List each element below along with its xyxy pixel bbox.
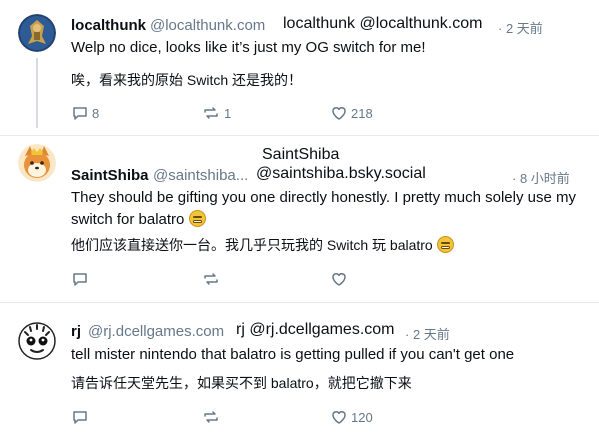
repost-arrows-icon <box>202 271 220 287</box>
heart-icon <box>331 271 347 287</box>
author-handle[interactable]: @saintshiba... <box>153 167 248 184</box>
author-name[interactable]: localthunk <box>71 17 146 34</box>
like-button[interactable] <box>331 271 351 287</box>
post-text: tell mister nintendo that balatro is get… <box>71 346 515 363</box>
repost-arrows-icon <box>202 105 220 121</box>
post-divider <box>0 135 599 136</box>
post-translation-body: 他们应该直接送你一台。我几乎只玩我的 Switch 玩 balatro <box>71 237 433 253</box>
reply-button[interactable] <box>72 271 92 287</box>
reply-count: 8 <box>92 105 100 121</box>
repost-arrows-icon <box>202 409 220 425</box>
grimacing-face-emoji <box>436 236 454 253</box>
heart-icon <box>331 105 347 121</box>
speech-bubble-icon <box>72 409 88 425</box>
heart-icon <box>331 409 347 425</box>
like-count: 218 <box>351 105 373 121</box>
post-time[interactable]: · 2 天前 <box>498 18 543 37</box>
hover-tooltip-name: SaintShiba <box>262 146 340 163</box>
post-text: They should be gifting you one directly … <box>71 187 576 231</box>
post-translation: 他们应该直接送你一台。我几乎只玩我的 Switch 玩 balatro <box>71 235 454 255</box>
repost-button[interactable] <box>202 409 224 425</box>
author-handle[interactable]: @rj.dcellgames.com <box>88 323 224 340</box>
thread-line <box>36 58 38 128</box>
author-name[interactable]: rj <box>71 323 81 340</box>
repost-count: 1 <box>224 105 232 121</box>
avatar-saintshiba[interactable] <box>18 144 56 182</box>
reply-button[interactable]: 8 <box>72 105 99 121</box>
reply-button[interactable] <box>72 409 92 425</box>
repost-button[interactable] <box>202 271 224 287</box>
post-translation: 请告诉任天堂先生，如果买不到 balatro，就把它撤下来 <box>71 375 412 391</box>
hover-tooltip: localthunk @localthunk.com <box>283 15 483 32</box>
speech-bubble-icon <box>72 105 88 121</box>
post-time[interactable]: · 8 小时前 <box>512 168 570 187</box>
author-handle[interactable]: @localthunk.com <box>150 17 265 34</box>
like-count: 120 <box>351 409 373 425</box>
hover-tooltip: @saintshiba.bsky.social <box>256 165 426 182</box>
avatar-rj[interactable] <box>18 322 56 360</box>
post-translation: 唉，看来我的原始 Switch 还是我的！ <box>71 72 303 88</box>
post-divider <box>0 302 599 303</box>
author-name[interactable]: SaintShiba <box>71 167 149 184</box>
post-text: Welp no dice, looks like it’s just my OG… <box>71 39 426 56</box>
repost-button[interactable]: 1 <box>202 105 231 121</box>
post-text-body: They should be gifting you one directly … <box>71 189 576 228</box>
speech-bubble-icon <box>72 271 88 287</box>
grimacing-face-emoji <box>188 210 206 227</box>
like-button[interactable]: 218 <box>331 105 373 121</box>
like-button[interactable]: 120 <box>331 409 373 425</box>
hover-tooltip: rj @rj.dcellgames.com <box>236 321 395 338</box>
post-time[interactable]: · 2 天前 <box>405 324 450 343</box>
avatar-localthunk[interactable] <box>18 14 56 52</box>
